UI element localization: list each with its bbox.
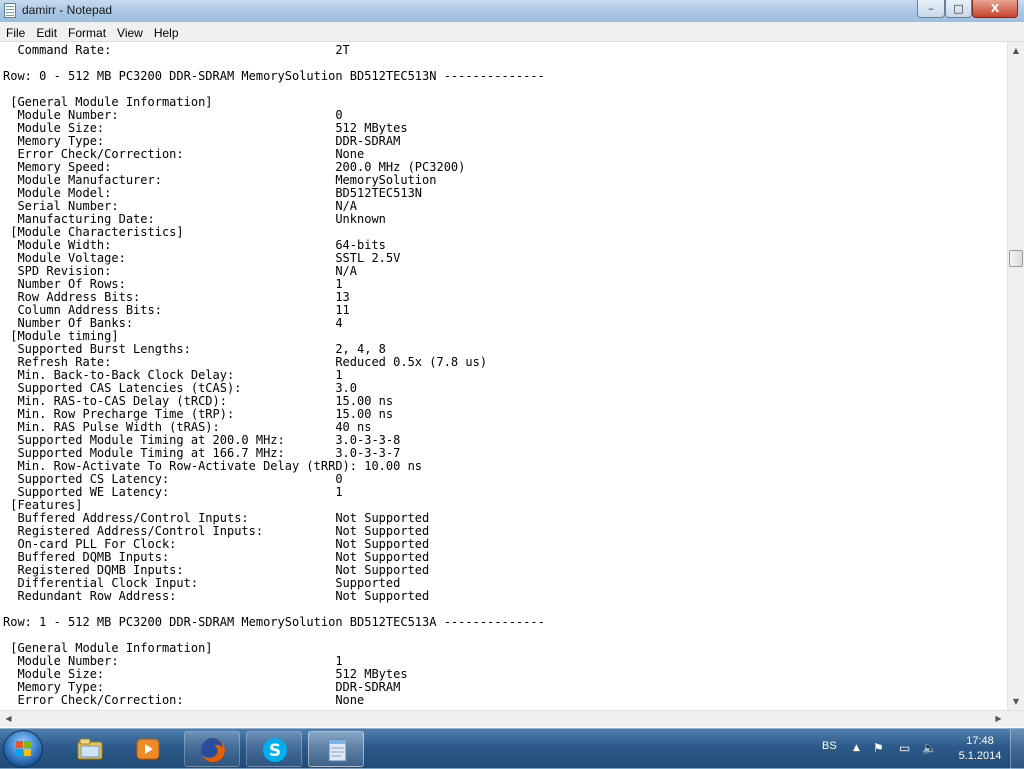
network-icon[interactable]: ▭ bbox=[899, 741, 910, 755]
text-line: Error Check/Correction: None bbox=[3, 693, 365, 707]
taskbar-explorer[interactable] bbox=[62, 731, 118, 767]
explorer-icon bbox=[77, 738, 103, 760]
text-line: Row: 1 - 512 MB PC3200 DDR-SDRAM MemoryS… bbox=[3, 615, 545, 629]
text-line: Redundant Row Address: Not Supported bbox=[3, 589, 430, 603]
clock[interactable]: 17:48 5.1.2014 bbox=[947, 734, 1013, 764]
system-tray: BS ▲ ⚑ ▭ 🔈 17:48 5.1.2014 bbox=[815, 729, 1024, 769]
title-bar[interactable]: damirr - Notepad – □ X bbox=[0, 0, 1024, 22]
taskbar-notepad[interactable] bbox=[308, 731, 364, 767]
svg-text:S: S bbox=[269, 741, 281, 761]
text-editor[interactable]: Command Rate: 2T Row: 0 - 512 MB PC3200 … bbox=[0, 42, 1007, 710]
menu-view[interactable]: View bbox=[111, 23, 148, 42]
maximize-button[interactable]: □ bbox=[945, 0, 972, 18]
minimize-button[interactable]: – bbox=[917, 0, 945, 18]
taskbar-skype[interactable]: S bbox=[246, 731, 302, 767]
menu-help[interactable]: Help bbox=[148, 23, 184, 42]
horizontal-scrollbar[interactable]: ◀ ▶ bbox=[0, 710, 1024, 727]
vertical-scrollbar[interactable]: ▲ ▼ bbox=[1007, 42, 1024, 710]
taskbar: S BS ▲ ⚑ ▭ 🔈 17:48 5.1.2014 bbox=[0, 728, 1024, 769]
menu-edit[interactable]: Edit bbox=[30, 23, 62, 42]
close-button[interactable]: X bbox=[972, 0, 1018, 18]
scroll-up-icon[interactable]: ▲ bbox=[1008, 42, 1024, 59]
menu-format[interactable]: Format bbox=[62, 23, 111, 42]
clock-date: 5.1.2014 bbox=[958, 750, 1002, 762]
menu-bar: File Edit Format View Help bbox=[0, 22, 1024, 42]
vertical-scroll-thumb[interactable] bbox=[1009, 250, 1023, 267]
taskbar-media-player[interactable] bbox=[120, 731, 176, 767]
text-line: Row: 0 - 512 MB PC3200 DDR-SDRAM MemoryS… bbox=[3, 69, 545, 83]
media-player-icon bbox=[136, 738, 160, 760]
language-indicator[interactable]: BS bbox=[822, 740, 837, 752]
volume-icon[interactable]: 🔈 bbox=[922, 741, 937, 755]
scroll-left-icon[interactable]: ◀ bbox=[0, 711, 17, 727]
scroll-right-icon[interactable]: ▶ bbox=[990, 711, 1007, 727]
document-text[interactable]: Command Rate: 2T Row: 0 - 512 MB PC3200 … bbox=[0, 44, 545, 707]
scroll-down-icon[interactable]: ▼ bbox=[1008, 693, 1024, 710]
notepad-window: damirr - Notepad – □ X File Edit Format Vie… bbox=[0, 0, 1024, 728]
notepad-app-icon[interactable] bbox=[4, 3, 16, 18]
firefox-icon bbox=[201, 738, 225, 762]
text-line: Supported WE Latency: 1 bbox=[3, 485, 343, 499]
text-line: Command Rate: 2T bbox=[3, 43, 350, 57]
skype-icon: S bbox=[263, 738, 287, 762]
window-title: damirr - Notepad bbox=[22, 3, 113, 17]
notepad-icon bbox=[328, 739, 347, 762]
start-button[interactable] bbox=[3, 730, 43, 768]
show-desktop-button[interactable] bbox=[1010, 729, 1024, 769]
clock-time: 17:48 bbox=[966, 735, 994, 747]
menu-file[interactable]: File bbox=[0, 23, 30, 42]
windows-logo-icon bbox=[16, 741, 32, 757]
taskbar-firefox[interactable] bbox=[184, 731, 240, 767]
action-center-flag-icon[interactable]: ⚑ bbox=[873, 741, 884, 755]
show-hidden-icons-icon[interactable]: ▲ bbox=[853, 743, 860, 753]
